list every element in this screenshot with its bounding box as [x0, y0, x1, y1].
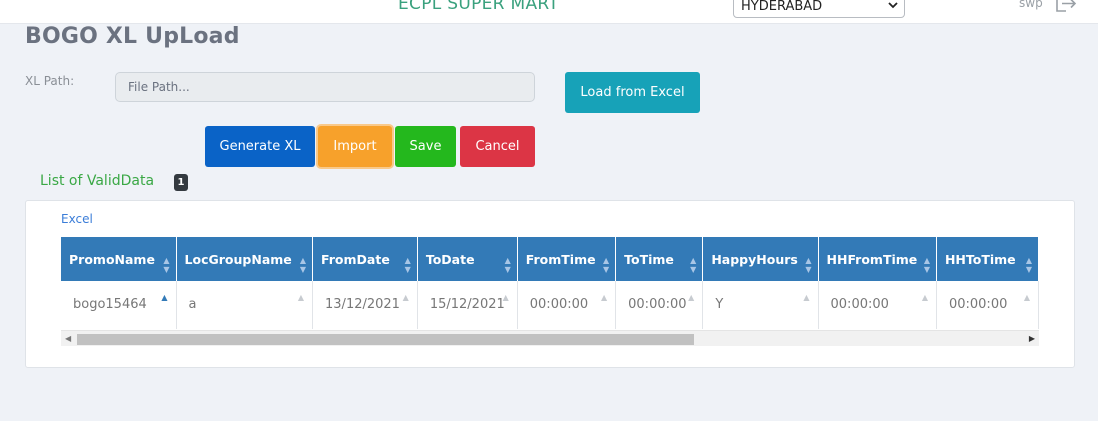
cell-value: a — [188, 297, 197, 313]
column-header-label: ToTime — [624, 251, 674, 267]
sort-icon: ▲ — [161, 293, 168, 302]
sort-icon: ▲ — [803, 293, 810, 302]
table-cell[interactable]: a ▲ — [176, 281, 314, 329]
page-title: BOGO XL UpLoad — [25, 24, 240, 49]
column-header[interactable]: PromoName ▲ ▼ — [61, 237, 177, 281]
sort-icon: ▲ — [921, 293, 928, 302]
table-cell[interactable]: 00:00:00 ▲ — [517, 281, 617, 329]
scrollbar-thumb[interactable] — [77, 334, 694, 345]
sort-icon: ▲ ▼ — [805, 256, 812, 274]
column-header-label: HappyHours — [711, 251, 798, 267]
logout-icon[interactable] — [1054, 0, 1078, 14]
import-button[interactable]: Import — [318, 126, 392, 167]
excel-tab-link[interactable]: Excel — [61, 212, 93, 226]
column-header-label: HHToTime — [944, 251, 1016, 267]
cancel-button[interactable]: Cancel — [460, 126, 535, 167]
sort-icon: ▲ — [502, 293, 509, 302]
cell-value: 00:00:00 — [529, 297, 589, 313]
column-header-label: ToDate — [425, 251, 475, 267]
table-cell[interactable]: 00:00:00 ▲ — [615, 281, 704, 329]
scroll-left-icon[interactable]: ◀ — [65, 334, 71, 343]
column-header[interactable]: HHToTime ▲ ▼ — [936, 237, 1039, 281]
table-row[interactable]: bogo15464 ▲ a ▲ 13/12/2021 ▲ 15/12/2021 ▲ 00… — [61, 281, 1039, 329]
column-header[interactable]: ToTime ▲ ▼ — [615, 237, 704, 281]
sort-icon: ▲ ▼ — [504, 256, 511, 274]
scroll-right-icon[interactable]: ▶ — [1029, 334, 1035, 343]
table-cell[interactable]: 00:00:00 ▲ — [818, 281, 937, 329]
column-header[interactable]: FromTime ▲ ▼ — [517, 237, 617, 281]
sort-icon: ▲ — [1023, 293, 1030, 302]
column-header-label: HHFromTime — [826, 251, 918, 267]
location-select-value: HYDERABAD — [741, 0, 823, 14]
sort-icon: ▲ ▼ — [923, 256, 930, 274]
header-row: PromoName ▲ ▼ LocGroupName ▲ ▼ FromDate ▲ ▼ To… — [61, 237, 1039, 281]
table-cell[interactable]: 15/12/2021 ▲ — [417, 281, 518, 329]
count-badge: 1 — [174, 174, 188, 191]
table-cell[interactable]: Y ▲ — [702, 281, 819, 329]
save-button[interactable]: Save — [395, 126, 456, 167]
column-header-label: FromDate — [321, 251, 390, 267]
table-cell[interactable]: 00:00:00 ▲ — [936, 281, 1039, 329]
top-bar: ECPL SUPER MART HYDERABAD swp — [0, 0, 1098, 24]
column-header-label: FromTime — [525, 251, 596, 267]
column-header[interactable]: LocGroupName ▲ ▼ — [176, 237, 314, 281]
column-header[interactable]: HappyHours ▲ ▼ — [702, 237, 819, 281]
sort-icon: ▲ ▼ — [163, 256, 170, 274]
cell-value: 15/12/2021 — [429, 297, 505, 313]
table-cell[interactable]: 13/12/2021 ▲ — [312, 281, 418, 329]
cell-value: 00:00:00 — [948, 297, 1008, 313]
column-header[interactable]: HHFromTime ▲ ▼ — [818, 237, 937, 281]
brand-title: ECPL SUPER MART — [398, 0, 559, 14]
column-header-label: PromoName — [69, 251, 155, 267]
cell-value: 13/12/2021 — [325, 297, 400, 313]
data-grid: PromoName ▲ ▼ LocGroupName ▲ ▼ FromDate ▲ ▼ To… — [61, 237, 1039, 329]
table-cell[interactable]: bogo15464 ▲ — [61, 281, 177, 329]
sort-icon: ▲ — [688, 293, 695, 302]
cell-value: Y — [715, 297, 724, 313]
user-name: swp — [1019, 0, 1043, 10]
sort-icon: ▲ ▼ — [404, 256, 411, 274]
cell-value: 00:00:00 — [830, 297, 889, 313]
sort-icon: ▲ ▼ — [1025, 256, 1032, 274]
chevron-down-icon — [888, 2, 898, 9]
generate-xl-button[interactable]: Generate XL — [205, 126, 315, 167]
load-from-excel-button[interactable]: Load from Excel — [565, 72, 700, 113]
list-title: List of ValidData — [40, 173, 155, 189]
cell-value: 00:00:00 — [628, 297, 687, 313]
horizontal-scrollbar[interactable]: ◀ ▶ — [61, 330, 1039, 346]
column-header[interactable]: FromDate ▲ ▼ — [312, 237, 418, 281]
xl-path-input[interactable] — [115, 72, 535, 102]
sort-icon: ▲ — [297, 293, 305, 302]
sort-icon: ▲ ▼ — [602, 256, 610, 274]
sort-icon: ▲ — [600, 293, 608, 302]
column-header-label: LocGroupName — [184, 251, 292, 267]
cell-value: bogo15464 — [73, 297, 147, 313]
sort-icon: ▲ ▼ — [299, 256, 307, 274]
xl-path-label: XL Path: — [25, 74, 75, 88]
location-select[interactable]: HYDERABAD — [733, 0, 905, 18]
column-header[interactable]: ToDate ▲ ▼ — [417, 237, 518, 281]
sort-icon: ▲ — [402, 293, 409, 302]
sort-icon: ▲ ▼ — [690, 256, 697, 274]
